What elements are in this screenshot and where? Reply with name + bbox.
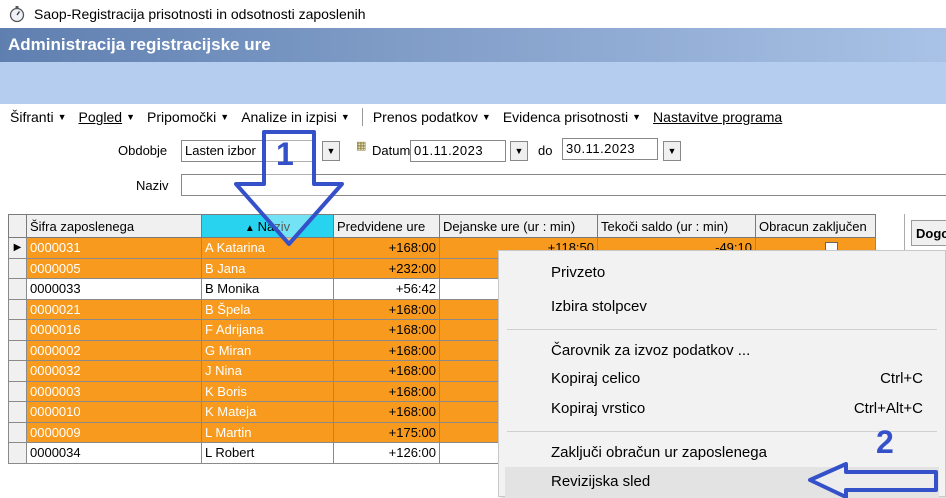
dropdown-arrow-icon: ▼ [481,112,491,122]
row-indicator [8,257,27,279]
cell-naziv[interactable]: B Monika [201,278,334,300]
datum-from-field[interactable]: 01.11.2023 [410,140,506,162]
cell-naziv[interactable]: G Miran [201,339,334,361]
header-band: Administracija registracijske ure [0,28,946,104]
row-indicator [8,339,27,361]
column-header-saldo[interactable]: Tekoči saldo (ur : min) [597,214,756,238]
menu-sifranti[interactable]: Šifranti ▼ [10,109,67,125]
cell-sifra[interactable]: 0000016 [26,319,202,341]
row-indicator [8,298,27,320]
dropdown-arrow-icon: ▼ [340,112,350,122]
row-indicator [8,401,27,423]
calendar-icon: ▦ [356,140,367,152]
cell-predvidene[interactable]: +232:00 [333,257,440,279]
cell-sifra[interactable]: 0000031 [26,237,202,259]
row-indicator [8,278,27,300]
window-title: Saop-Registracija prisotnosti in odsotno… [34,6,366,22]
cell-predvidene[interactable]: +56:42 [333,278,440,300]
row-indicator [8,360,27,382]
menu-divider [507,329,937,330]
menu-item-carovnik-izvoz[interactable]: Čarovnik za izvoz podatkov ... [551,337,923,365]
cell-predvidene[interactable]: +126:00 [333,442,440,464]
dropdown-arrow-icon: ▼ [126,112,136,122]
row-indicator [8,319,27,341]
cell-naziv[interactable]: B Jana [201,257,334,279]
cell-sifra[interactable]: 0000032 [26,360,202,382]
dogodki-header[interactable]: Dogo [911,220,946,246]
cell-naziv[interactable]: K Mateja [201,401,334,423]
cell-predvidene[interactable]: +168:00 [333,298,440,320]
chevron-down-icon[interactable]: ▼ [510,141,528,161]
stopwatch-icon [9,6,25,23]
annotation-arrow-left [808,462,938,498]
cell-predvidene[interactable]: +168:00 [333,380,440,402]
cell-naziv[interactable]: K Boris [201,380,334,402]
cell-naziv[interactable]: F Adrijana [201,319,334,341]
cell-predvidene[interactable]: +168:00 [333,401,440,423]
annotation-label-1: 1 [276,136,294,172]
cell-sifra[interactable]: 0000005 [26,257,202,279]
cell-sifra[interactable]: 0000021 [26,298,202,320]
do-label: do [538,143,553,158]
column-header-predvidene[interactable]: Predvidene ure [333,214,440,238]
menu-item-privzeto[interactable]: Privzeto [551,259,923,287]
datum-to-field[interactable]: 30.11.2023 [562,138,658,160]
naziv-label: Naziv [136,178,169,193]
row-indicator [8,421,27,443]
chevron-down-icon[interactable]: ▼ [663,141,681,161]
menu-pripomocki[interactable]: Pripomočki ▼ [147,109,229,125]
menu-nastavitve[interactable]: Nastavitve programa [653,109,782,125]
cell-predvidene[interactable]: +168:00 [333,339,440,361]
obdobje-label: Obdobje [118,143,168,158]
cell-naziv[interactable]: B Špela [201,298,334,320]
current-row-arrow-icon: ▶ [8,237,27,259]
cell-naziv[interactable]: L Martin [201,421,334,443]
menu-bar: Šifranti ▼ Pogled ▼ Pripomočki ▼ Analize in… [0,104,946,130]
cell-predvidene[interactable]: +168:00 [333,237,440,259]
cell-sifra[interactable]: 0000003 [26,380,202,402]
cell-predvidene[interactable]: +175:00 [333,421,440,443]
cell-naziv[interactable]: L Robert [201,442,334,464]
menu-evidenca[interactable]: Evidenca prisotnosti ▼ [503,109,641,125]
menu-pogled[interactable]: Pogled ▼ [79,109,136,125]
datum-label: Datum [372,143,411,158]
filter-panel: Obdobje Lasten izbor ▼ ▦ Datum 01.11.202… [0,134,946,208]
dropdown-arrow-icon: ▼ [220,112,230,122]
menu-divider [507,431,937,432]
dropdown-arrow-icon: ▼ [632,112,642,122]
cell-sifra[interactable]: 0000009 [26,421,202,443]
cell-predvidene[interactable]: +168:00 [333,360,440,382]
menu-item-izbira-stolpcev[interactable]: Izbira stolpcev [551,293,923,321]
annotation-label-2: 2 [876,424,894,460]
menu-item-kopiraj-celico[interactable]: Kopiraj celico Ctrl+C [551,365,923,393]
menu-separator [361,108,363,126]
dropdown-arrow-icon: ▼ [57,112,67,122]
cell-sifra[interactable]: 0000034 [26,442,202,464]
column-header-sifra[interactable]: Šifra zaposlenega [26,214,202,238]
column-header-obracun[interactable]: Obracun zaključen [755,214,876,238]
cell-predvidene[interactable]: +168:00 [333,319,440,341]
title-bar: Saop-Registracija prisotnosti in odsotno… [0,0,946,28]
cell-sifra[interactable]: 0000010 [26,401,202,423]
menu-item-kopiraj-vrstico[interactable]: Kopiraj vrstico Ctrl+Alt+C [551,395,923,423]
menu-analize[interactable]: Analize in izpisi ▼ [241,109,350,125]
row-indicator-header [8,214,27,238]
cell-sifra[interactable]: 0000033 [26,278,202,300]
row-indicator [8,380,27,402]
column-header-dejanske[interactable]: Dejanske ure (ur : min) [439,214,598,238]
row-indicator [8,442,27,464]
menu-prenos[interactable]: Prenos podatkov ▼ [373,109,491,125]
cell-naziv[interactable]: J Nina [201,360,334,382]
cell-sifra[interactable]: 0000002 [26,339,202,361]
app-subtitle: Administracija registracijske ure [0,28,946,62]
